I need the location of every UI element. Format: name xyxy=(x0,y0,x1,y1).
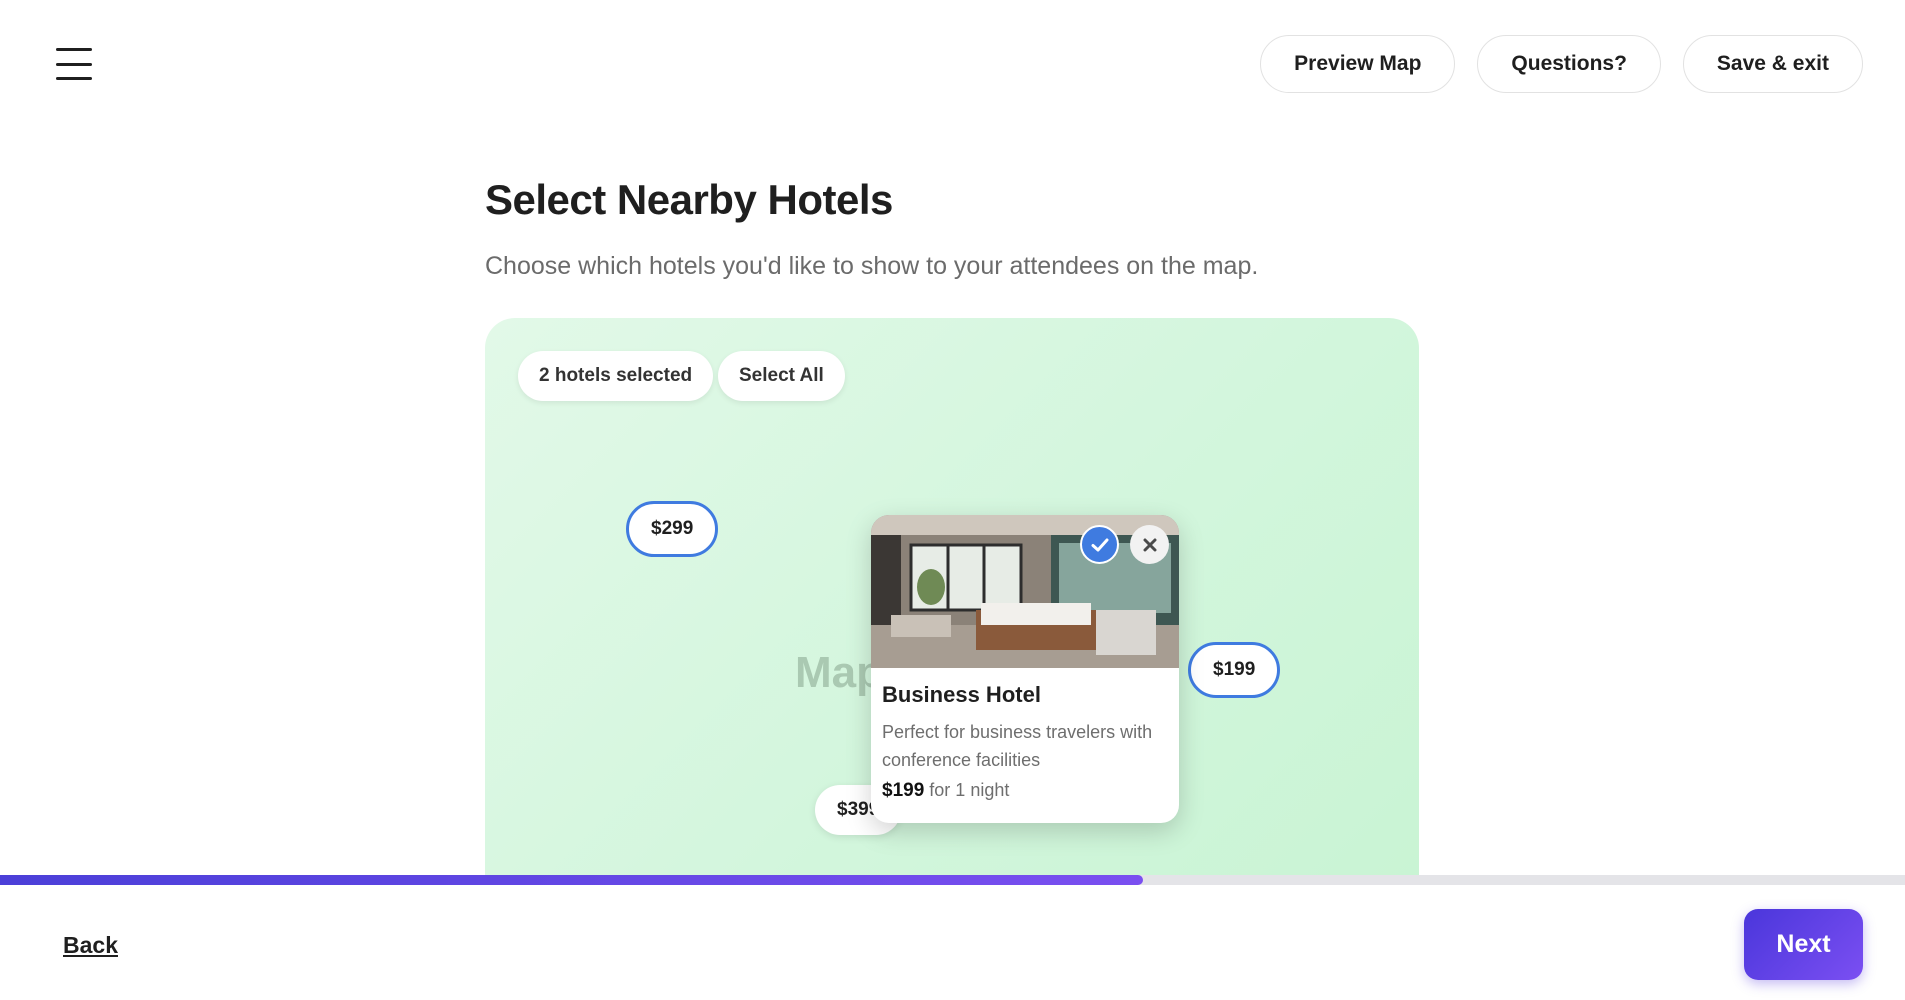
hotel-price-pin[interactable]: $299 xyxy=(626,501,719,557)
check-icon[interactable] xyxy=(1080,525,1119,564)
progress-fill xyxy=(0,875,1143,885)
preview-map-button[interactable]: Preview Map xyxy=(1260,35,1456,93)
header-actions: Preview Map Questions? Save & exit xyxy=(1260,35,1863,93)
questions-button[interactable]: Questions? xyxy=(1477,35,1661,93)
back-link[interactable]: Back xyxy=(63,932,118,959)
progress-bar xyxy=(0,875,1905,885)
page-subtitle: Choose which hotels you'd like to show t… xyxy=(485,252,1259,280)
hotel-price-suffix: for 1 night xyxy=(929,780,1010,800)
save-exit-button[interactable]: Save & exit xyxy=(1682,35,1863,93)
hotel-price-amount: $199 xyxy=(882,780,925,801)
hotel-popup-body: Business Hotel Perfect for business trav… xyxy=(871,668,1179,802)
hamburger-menu-icon[interactable] xyxy=(52,44,96,84)
menu-line xyxy=(56,62,92,66)
close-icon[interactable] xyxy=(1130,525,1169,564)
hotel-price-pin[interactable]: $199 xyxy=(1188,642,1281,698)
next-button[interactable]: Next xyxy=(1744,909,1863,980)
hotel-popup-card[interactable]: Business Hotel Perfect for business trav… xyxy=(871,515,1179,823)
hotel-photo xyxy=(871,515,1179,668)
menu-line xyxy=(56,48,92,51)
page-title: Select Nearby Hotels xyxy=(485,176,893,223)
hotel-description: Perfect for business travelers with conf… xyxy=(882,722,1153,770)
hotel-name: Business Hotel xyxy=(882,682,1041,707)
hotel-price: $199 for 1 night xyxy=(882,780,1168,802)
select-all-button[interactable]: Select All xyxy=(718,351,845,401)
menu-line xyxy=(56,77,92,80)
selected-count-chip: 2 hotels selected xyxy=(518,351,714,401)
map-placeholder-text: Map xyxy=(795,648,883,697)
